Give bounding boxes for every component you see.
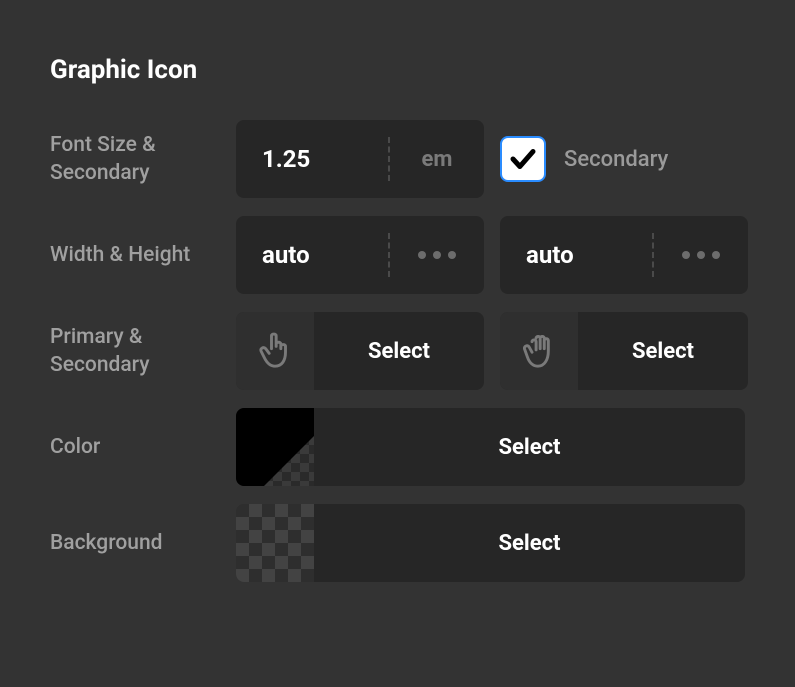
pointer-hand-icon	[236, 312, 314, 390]
secondary-checkbox-wrap: Secondary	[500, 136, 668, 182]
field-group-primary-secondary: Select Select	[236, 312, 748, 390]
row-background: Background Select	[50, 504, 745, 582]
color-select-label: Select	[314, 435, 745, 460]
field-group-font-size: 1.25 em Secondary	[236, 120, 745, 198]
height-input[interactable]: auto	[500, 216, 748, 294]
label-color: Color	[50, 433, 220, 461]
graphic-icon-panel: Graphic Icon Font Size & Secondary 1.25 …	[50, 55, 745, 582]
background-select-label: Select	[314, 531, 745, 556]
label-font-size-secondary: Font Size & Secondary	[50, 131, 220, 188]
height-value: auto	[500, 241, 652, 269]
checkmark-icon	[508, 144, 538, 174]
secondary-icon-select[interactable]: Select	[500, 312, 748, 390]
row-width-height: Width & Height auto auto	[50, 216, 745, 294]
more-options-icon[interactable]	[390, 251, 484, 259]
secondary-checkbox-label: Secondary	[564, 147, 668, 172]
width-input[interactable]: auto	[236, 216, 484, 294]
label-background: Background	[50, 529, 220, 557]
row-font-size-secondary: Font Size & Secondary 1.25 em Secondary	[50, 120, 745, 198]
field-group-width-height: auto auto	[236, 216, 748, 294]
open-hand-icon	[500, 312, 578, 390]
label-width-height: Width & Height	[50, 241, 220, 269]
primary-icon-select[interactable]: Select	[236, 312, 484, 390]
font-size-value: 1.25	[236, 145, 388, 173]
color-swatch	[236, 408, 314, 486]
secondary-checkbox[interactable]	[500, 136, 546, 182]
more-options-icon[interactable]	[654, 251, 748, 259]
row-primary-secondary: Primary & Secondary Select Select	[50, 312, 745, 390]
background-swatch	[236, 504, 314, 582]
font-size-unit[interactable]: em	[390, 147, 484, 172]
width-value: auto	[236, 241, 388, 269]
label-primary-secondary: Primary & Secondary	[50, 323, 220, 380]
row-color: Color Select	[50, 408, 745, 486]
font-size-input[interactable]: 1.25 em	[236, 120, 484, 198]
color-select[interactable]: Select	[236, 408, 745, 486]
secondary-select-label: Select	[578, 339, 748, 364]
background-select[interactable]: Select	[236, 504, 745, 582]
primary-select-label: Select	[314, 339, 484, 364]
panel-title: Graphic Icon	[50, 55, 745, 85]
